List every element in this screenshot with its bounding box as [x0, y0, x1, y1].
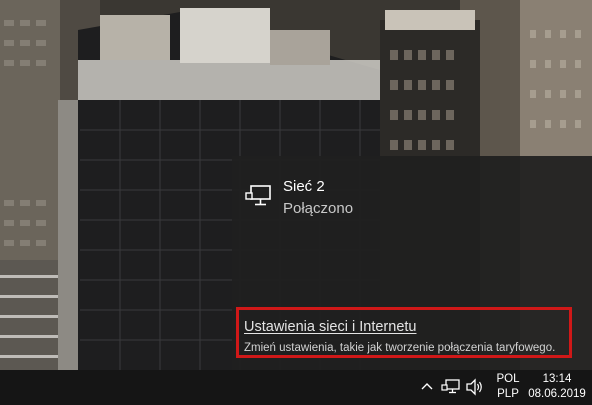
network-list-item[interactable]: Sieć 2 Połączono [232, 172, 592, 217]
network-status: Połączono [283, 200, 354, 217]
input-language-indicator[interactable]: POL PLP [493, 372, 523, 402]
ethernet-monitor-icon [245, 184, 273, 208]
network-settings-description: Zmień ustawienia, takie jak tworzenie po… [244, 342, 556, 354]
network-flyout: Sieć 2 Połączono Ustawienia sieci i Inte… [232, 156, 592, 370]
taskbar: POL PLP 13:14 08.06.2019 [0, 370, 592, 405]
network-icon[interactable] [441, 378, 461, 396]
language-code: POL [496, 373, 520, 385]
clock-date: 08.06.2019 [528, 388, 586, 400]
network-settings-link[interactable]: Ustawienia sieci i Internetu [244, 319, 416, 335]
chevron-up-icon[interactable] [420, 378, 434, 394]
network-name: Sieć 2 [283, 178, 325, 195]
speaker-icon[interactable] [465, 378, 485, 396]
keyboard-layout-code: PLP [497, 388, 519, 400]
clock-time: 13:14 [542, 373, 572, 385]
system-clock[interactable]: 13:14 08.06.2019 [526, 372, 588, 402]
